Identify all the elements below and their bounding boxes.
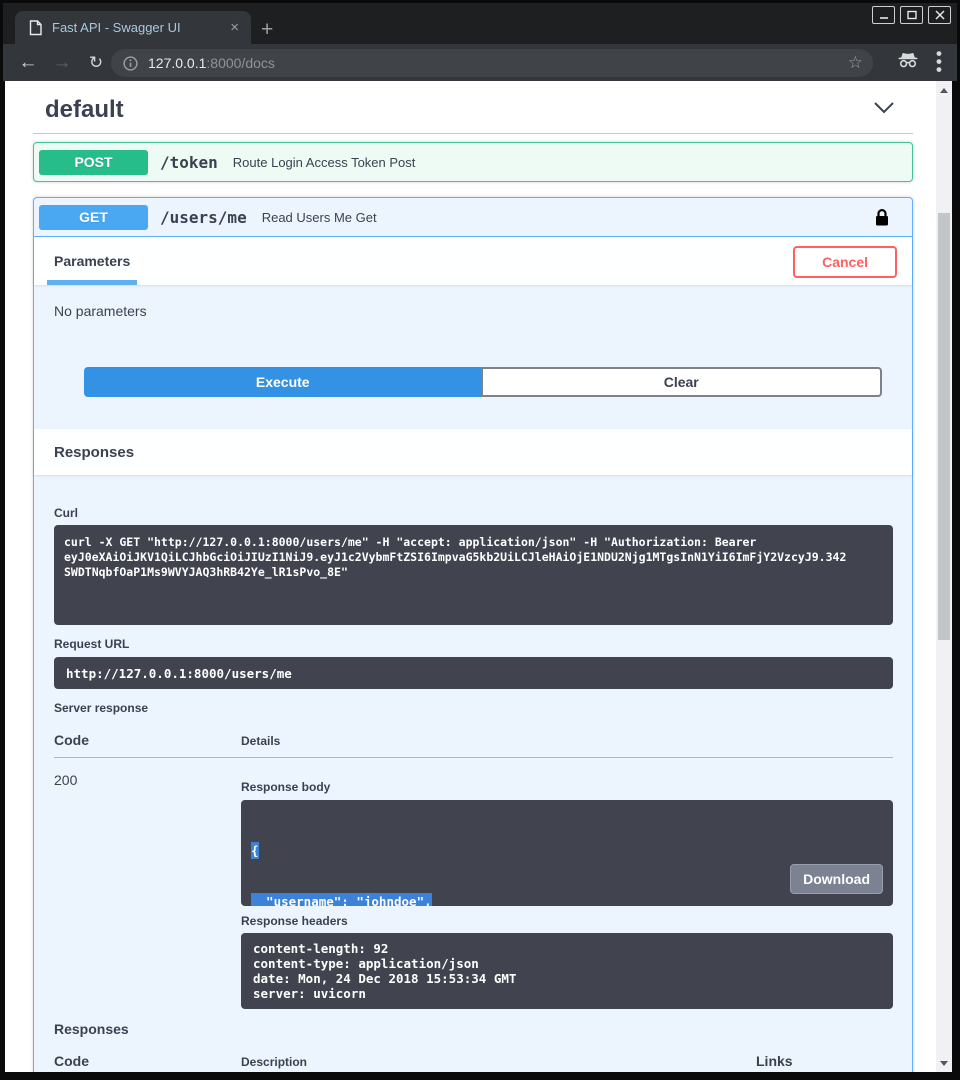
post-path: /token xyxy=(160,153,218,172)
execute-row: Execute Clear xyxy=(84,367,882,397)
chevron-down-icon[interactable] xyxy=(873,101,895,119)
url-path: :8000/docs xyxy=(206,55,275,71)
section-divider xyxy=(33,133,913,134)
forward-icon: → xyxy=(49,44,75,81)
tab-title: Fast API - Swagger UI xyxy=(52,20,226,35)
details-column-header: Details xyxy=(241,732,893,748)
scrollbar-up-icon[interactable] xyxy=(936,83,952,97)
response-headers: content-length: 92 content-type: applica… xyxy=(241,933,893,1009)
response-headers-label: Response headers xyxy=(241,914,893,928)
browser-tab[interactable]: Fast API - Swagger UI × xyxy=(15,11,251,44)
get-summary-text: Read Users Me Get xyxy=(262,210,377,225)
info-icon[interactable] xyxy=(123,56,138,71)
request-url-label: Request URL xyxy=(54,637,893,651)
responses-body: Curl curl -X GET "http://127.0.0.1:8000/… xyxy=(34,506,912,1072)
server-response-label: Server response xyxy=(54,701,893,715)
code-column-header: Code xyxy=(54,732,241,748)
server-response-table-header: Code Details xyxy=(54,732,893,748)
post-summary-text: Route Login Access Token Post xyxy=(233,155,416,170)
url-host: 127.0.0.1 xyxy=(148,55,206,71)
bottom-links-header: Links xyxy=(756,1053,793,1069)
menu-dots-icon[interactable]: ••• xyxy=(934,50,944,74)
opblock-post-token: POST /token Route Login Access Token Pos… xyxy=(33,142,913,182)
reload-icon[interactable]: ↻ xyxy=(83,44,109,81)
request-url-value: http://127.0.0.1:8000/users/me xyxy=(54,657,893,689)
minimize-button[interactable] xyxy=(872,6,895,24)
address-bar[interactable]: 127.0.0.1:8000/docs ☆ xyxy=(111,49,873,77)
responses-table-header: Code Description Links xyxy=(54,1053,893,1069)
get-method-badge: GET xyxy=(39,205,148,230)
response-body-line: { xyxy=(251,842,259,859)
new-tab-button[interactable]: + xyxy=(261,19,273,40)
responses-section-header: Responses xyxy=(34,429,912,475)
page-favicon-icon xyxy=(29,20,42,36)
tab-close-icon[interactable]: × xyxy=(226,20,243,35)
parameters-section-header: Parameters Cancel xyxy=(34,237,912,285)
post-token-summary[interactable]: POST /token Route Login Access Token Pos… xyxy=(34,143,912,181)
scrollbar-down-icon[interactable] xyxy=(936,1056,952,1070)
page-scrollbar[interactable] xyxy=(936,81,952,1072)
scrollbar-thumb[interactable] xyxy=(938,213,950,640)
bottom-code-header: Code xyxy=(54,1053,241,1069)
no-parameters-text: No parameters xyxy=(54,303,892,319)
response-body-line: "username": "johndoe", xyxy=(251,893,432,906)
bottom-description-header: Description xyxy=(241,1053,756,1069)
get-path: /users/me xyxy=(160,208,247,227)
page-content: default POST /token Route Login Access T… xyxy=(5,81,936,1072)
tab-parameters[interactable]: Parameters xyxy=(54,253,130,269)
responses-title: Responses xyxy=(54,444,134,461)
clear-button[interactable]: Clear xyxy=(481,367,883,397)
get-users-me-summary[interactable]: GET /users/me Read Users Me Get xyxy=(34,198,912,237)
lock-icon[interactable] xyxy=(874,208,890,227)
response-details: Response body { "username": "johndoe", "… xyxy=(241,758,893,1009)
browser-titlebar: Fast API - Swagger UI × + xyxy=(3,3,957,44)
back-icon[interactable]: ← xyxy=(15,44,41,81)
swagger-page: default POST /token Route Login Access T… xyxy=(5,81,952,1072)
curl-command: curl -X GET "http://127.0.0.1:8000/users… xyxy=(54,525,893,625)
curl-label: Curl xyxy=(54,506,893,520)
execute-button[interactable]: Execute xyxy=(84,367,482,397)
responses-documentation-label: Responses xyxy=(54,1021,893,1037)
maximize-button[interactable] xyxy=(900,6,923,24)
browser-toolbar: ← → ↻ 127.0.0.1:8000/docs ☆ ••• xyxy=(3,44,957,81)
post-method-badge: POST xyxy=(39,150,148,175)
url-text: 127.0.0.1:8000/docs xyxy=(148,55,848,71)
cancel-button[interactable]: Cancel xyxy=(793,246,897,278)
default-section-header[interactable]: default xyxy=(33,95,913,125)
response-body-label: Response body xyxy=(241,758,893,794)
section-title: default xyxy=(45,96,124,124)
bookmark-star-icon[interactable]: ☆ xyxy=(848,53,863,73)
parameters-body: No parameters Execute Clear xyxy=(34,285,912,397)
active-tab-underline xyxy=(47,280,137,285)
response-body: { "username": "johndoe", "email": "johnd… xyxy=(241,800,893,906)
opblock-get-users-me: GET /users/me Read Users Me Get Paramete… xyxy=(33,197,913,1072)
window-controls xyxy=(872,6,951,24)
download-button[interactable]: Download xyxy=(790,864,883,894)
server-response-row: 200 Response body { "username": "johndoe… xyxy=(54,758,893,1009)
incognito-icon xyxy=(897,52,919,73)
status-code: 200 xyxy=(54,758,241,1009)
close-button[interactable] xyxy=(928,6,951,24)
